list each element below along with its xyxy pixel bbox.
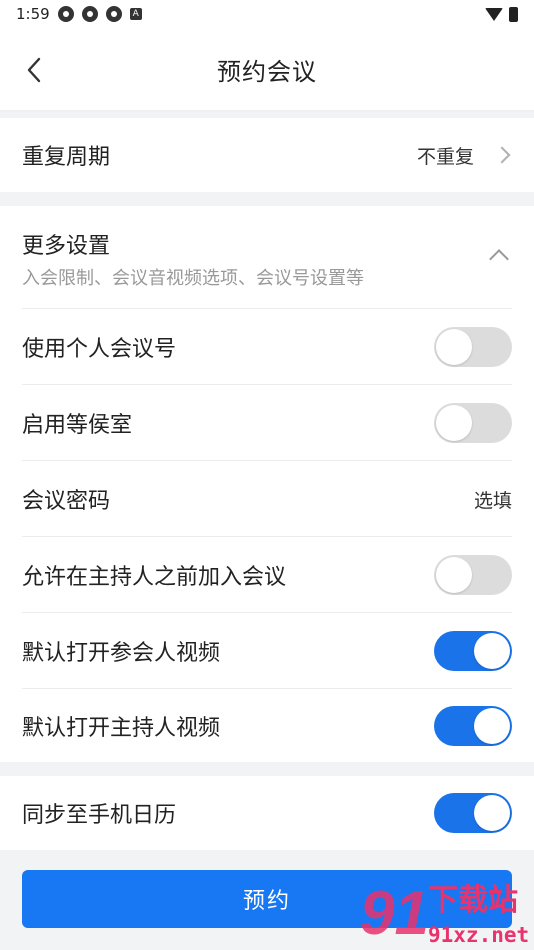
more-settings-title: 更多设置 xyxy=(22,234,111,259)
repeat-section: 重复周期 不重复 xyxy=(0,118,534,192)
battery-icon xyxy=(509,6,518,22)
toggle-knob xyxy=(474,795,510,831)
chevron-left-icon xyxy=(27,57,41,83)
setting-row-join-before-host: 允许在主持人之前加入会议 xyxy=(0,538,534,612)
wifi-icon xyxy=(485,7,503,21)
svg-text:91xz.net: 91xz.net xyxy=(428,923,529,947)
join-before-host-toggle[interactable] xyxy=(434,555,512,595)
toggle-knob xyxy=(436,405,472,441)
divider xyxy=(22,460,512,461)
toggle-knob xyxy=(474,633,510,669)
chevron-right-icon xyxy=(493,146,511,164)
host-video-toggle[interactable] xyxy=(434,706,512,746)
divider xyxy=(22,536,512,537)
divider xyxy=(22,384,512,385)
divider xyxy=(22,612,512,613)
status-bar: 1:59 A xyxy=(0,0,534,28)
toggle-knob xyxy=(436,557,472,593)
repeat-row[interactable]: 重复周期 不重复 xyxy=(0,118,534,192)
header-divider xyxy=(0,110,534,112)
page-title: 预约会议 xyxy=(217,57,317,86)
app-notification-icon xyxy=(81,6,98,22)
more-settings-subtitle: 入会限制、会议音视频选项、会议号设置等 xyxy=(22,268,364,289)
app-notification-icon xyxy=(57,6,74,22)
setting-row-personal-id: 使用个人会议号 xyxy=(0,310,534,384)
waiting-room-toggle[interactable] xyxy=(434,403,512,443)
setting-row-participant-video: 默认打开参会人视频 xyxy=(0,614,534,688)
calendar-sync-toggle[interactable] xyxy=(434,793,512,833)
app-notification-icon xyxy=(105,6,122,22)
setting-row-waiting-room: 启用等侯室 xyxy=(0,386,534,460)
calendar-section: 同步至手机日历 xyxy=(0,776,534,850)
setting-label: 启用等侯室 xyxy=(22,413,133,438)
setting-row-password[interactable]: 会议密码 选填 xyxy=(0,462,534,536)
setting-label: 默认打开主持人视频 xyxy=(22,716,221,741)
svg-text:91: 91 xyxy=(360,879,429,948)
watermark-logo: 91 下载站 91xz.net xyxy=(358,870,530,950)
calendar-row: 同步至手机日历 xyxy=(0,776,534,850)
divider xyxy=(22,688,512,689)
repeat-label: 重复周期 xyxy=(22,145,111,170)
password-placeholder: 选填 xyxy=(473,489,512,512)
toggle-knob xyxy=(474,708,510,744)
participant-video-toggle[interactable] xyxy=(434,631,512,671)
setting-label: 会议密码 xyxy=(22,489,111,514)
setting-label: 使用个人会议号 xyxy=(22,337,177,362)
app-header: 预约会议 xyxy=(0,28,534,110)
setting-label: 默认打开参会人视频 xyxy=(22,641,221,666)
status-time: 1:59 xyxy=(16,5,50,23)
back-button[interactable] xyxy=(14,50,54,90)
calendar-label: 同步至手机日历 xyxy=(22,803,177,828)
toggle-knob xyxy=(436,329,472,365)
setting-row-host-video: 默认打开主持人视频 xyxy=(0,690,534,762)
svg-text:下载站: 下载站 xyxy=(428,883,518,918)
more-settings-header[interactable]: 更多设置 入会限制、会议音视频选项、会议号设置等 xyxy=(22,228,364,290)
divider xyxy=(22,308,512,309)
repeat-value: 不重复 xyxy=(416,145,474,168)
personal-meeting-id-toggle[interactable] xyxy=(434,327,512,367)
a-notification-icon: A xyxy=(129,8,142,20)
setting-label: 允许在主持人之前加入会议 xyxy=(22,565,287,590)
